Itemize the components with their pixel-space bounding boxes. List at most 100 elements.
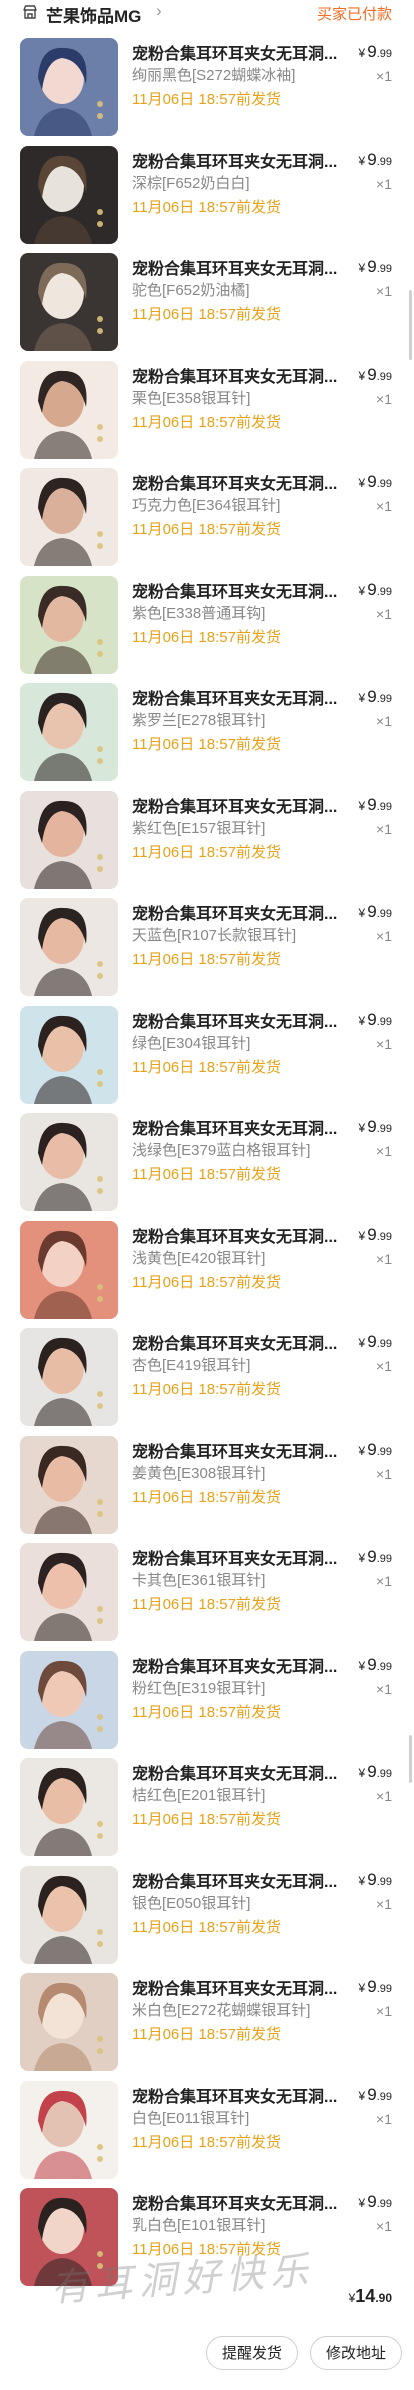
product-thumbnail[interactable] [20,1113,118,1211]
item-title[interactable]: 宠粉合集耳环耳夹女无耳洞... [132,1760,347,1784]
item-quantity: ×1 [376,1250,392,1267]
item-variant: 绚丽黑色[S272蝴蝶冰袖] [132,67,296,84]
store-header[interactable]: 芒果饰品MG › 买家已付款 [10,0,404,32]
price-integer: 9 [367,1762,377,1781]
order-item[interactable]: 宠粉合集耳环耳夹女无耳洞... 桔红色[E201银耳针] 11月06日 18:5… [10,1754,404,1862]
order-item[interactable]: 宠粉合集耳环耳夹女无耳洞... 白色[E011银耳针] 11月06日 18:57… [10,2077,404,2185]
order-item[interactable]: 宠粉合集耳环耳夹女无耳洞... 浅黄色[E420银耳针] 11月06日 18:5… [10,1217,404,1325]
product-thumbnail[interactable] [20,253,118,351]
order-item[interactable]: 宠粉合集耳环耳夹女无耳洞... 紫色[E338普通耳钩] 11月06日 18:5… [10,572,404,680]
item-title[interactable]: 宠粉合集耳环耳夹女无耳洞... [132,1008,347,1032]
item-title[interactable]: 宠粉合集耳环耳夹女无耳洞... [132,1223,347,1247]
order-item[interactable]: 宠粉合集耳环耳夹女无耳洞... 绿色[E304银耳针] 11月06日 18:57… [10,1002,404,1110]
ship-deadline: 11月06日 18:57前发货 [132,1166,281,1183]
ship-deadline: 11月06日 18:57前发货 [132,1596,281,1613]
item-title[interactable]: 宠粉合集耳环耳夹女无耳洞... [132,2083,347,2107]
order-item[interactable]: 宠粉合集耳环耳夹女无耳洞... 绚丽黑色[S272蝴蝶冰袖] 11月06日 18… [10,34,404,142]
order-item[interactable]: 宠粉合集耳环耳夹女无耳洞... 卡其色[E361银耳针] 11月06日 18:5… [10,1539,404,1647]
product-thumbnail[interactable] [20,1650,118,1749]
product-thumbnail[interactable] [20,1005,118,1104]
order-item[interactable]: 宠粉合集耳环耳夹女无耳洞... 杏色[E419银耳针] 11月06日 18:57… [10,1324,404,1432]
item-price: ¥9.99 [359,257,392,277]
item-title[interactable]: 宠粉合集耳环耳夹女无耳洞... [132,40,347,64]
ship-deadline: 11月06日 18:57前发货 [132,736,281,753]
price-currency: ¥ [358,1228,366,1243]
item-quantity: ×1 [376,1035,392,1052]
ship-deadline: 11月06日 18:57前发货 [132,1488,281,1506]
item-quantity: ×1 [376,820,392,837]
scrollbar-thumb-secondary[interactable] [409,1735,412,1783]
scrollbar-thumb[interactable] [409,290,412,360]
item-title[interactable]: 宠粉合集耳环耳夹女无耳洞... [132,470,347,494]
price-currency: ¥ [358,2196,366,2210]
item-title[interactable]: 宠粉合集耳环耳夹女无耳洞... [132,363,347,387]
item-title[interactable]: 宠粉合集耳环耳夹女无耳洞... [132,793,347,817]
product-thumbnail[interactable] [20,575,118,674]
product-thumbnail[interactable] [20,145,118,244]
order-item[interactable]: 宠粉合集耳环耳夹女无耳洞... 驼色[F652奶油橘] 11月06日 18:57… [10,249,404,357]
item-quantity: ×1 [376,2218,392,2234]
change-address-button[interactable]: 修改地址 [310,2336,402,2370]
product-thumbnail[interactable] [20,1865,118,1964]
remind-shipping-button[interactable]: 提醒发货 [206,2336,298,2370]
order-item[interactable]: 宠粉合集耳环耳夹女无耳洞... 紫红色[E157银耳针] 11月06日 18:5… [10,787,404,895]
item-title[interactable]: 宠粉合集耳环耳夹女无耳洞... [132,1330,347,1354]
product-thumbnail[interactable] [20,790,118,889]
product-thumbnail[interactable] [20,1435,118,1534]
order-item[interactable]: 宠粉合集耳环耳夹女无耳洞... 紫罗兰[E278银耳针] 11月06日 18:5… [10,679,404,787]
item-quantity: ×1 [376,1788,392,1804]
item-title[interactable]: 宠粉合集耳环耳夹女无耳洞... [132,1438,347,1462]
item-variant: 米白色[E272花蝴蝶银耳针] [132,2002,311,2019]
order-item[interactable]: 宠粉合集耳环耳夹女无耳洞... 姜黄色[E308银耳针] 11月06日 18:5… [10,1432,404,1540]
order-item[interactable]: 宠粉合集耳环耳夹女无耳洞... 浅绿色[E379蓝白格银耳针] 11月06日 1… [10,1109,404,1217]
price-integer: 9 [367,2192,377,2211]
store-name[interactable]: 芒果饰品MG [46,2,141,27]
price-currency: ¥ [358,1336,366,1350]
price-decimal: .99 [376,1445,392,1458]
price-currency: ¥ [358,1873,366,1888]
product-thumbnail[interactable] [20,360,118,459]
order-total: ¥14.90 [349,2286,392,2307]
order-item[interactable]: 宠粉合集耳环耳夹女无耳洞... 天蓝色[R107长款银耳针] 11月06日 18… [10,894,404,1002]
item-price: ¥9.99 [359,2192,392,2212]
item-title[interactable]: 宠粉合集耳环耳夹女无耳洞... [132,685,347,709]
item-price: ¥9.99 [359,795,392,815]
item-variant: 驼色[F652奶油橘] [132,282,250,299]
item-title[interactable]: 宠粉合集耳环耳夹女无耳洞... [132,1653,347,1677]
item-title[interactable]: 宠粉合集耳环耳夹女无耳洞... [132,1868,347,1892]
order-item[interactable]: 宠粉合集耳环耳夹女无耳洞... 银色[E050银耳针] 11月06日 18:57… [10,1862,404,1970]
product-thumbnail[interactable] [20,1328,118,1426]
item-title[interactable]: 宠粉合集耳环耳夹女无耳洞... [132,1115,347,1139]
price-integer: 9 [367,1547,377,1566]
order-item[interactable]: 宠粉合集耳环耳夹女无耳洞... 巧克力色[E364银耳针] 11月06日 18:… [10,464,404,572]
price-currency: ¥ [358,1443,366,1458]
order-item[interactable]: 宠粉合集耳环耳夹女无耳洞... 栗色[E358银耳针] 11月06日 18:57… [10,357,404,465]
order-item[interactable]: 宠粉合集耳环耳夹女无耳洞... 米白色[E272花蝴蝶银耳针] 11月06日 1… [10,1969,404,2077]
item-title[interactable]: 宠粉合集耳环耳夹女无耳洞... [132,255,347,279]
item-title[interactable]: 宠粉合集耳环耳夹女无耳洞... [132,578,347,602]
item-title[interactable]: 宠粉合集耳环耳夹女无耳洞... [132,2190,347,2214]
order-item[interactable]: 宠粉合集耳环耳夹女无耳洞... 深棕[F652奶白白] 11月06日 18:57… [10,142,404,250]
product-thumbnail[interactable] [20,38,118,136]
product-thumbnail[interactable] [20,683,118,781]
item-quantity: ×1 [376,1465,392,1482]
product-thumbnail[interactable] [20,1543,118,1641]
product-thumbnail[interactable] [20,2080,118,2179]
price-decimal: .99 [376,693,392,705]
price-integer: 9 [367,1224,377,1244]
product-thumbnail[interactable] [20,468,118,566]
product-thumbnail[interactable] [20,898,118,996]
order-item[interactable]: 宠粉合集耳环耳夹女无耳洞... 粉红色[E319银耳针] 11月06日 18:5… [10,1647,404,1755]
item-variant: 乳白色[E101银耳针] [132,2217,266,2234]
ship-deadline: 11月06日 18:57前发货 [132,1058,281,1076]
product-thumbnail[interactable] [20,1758,118,1856]
item-title[interactable]: 宠粉合集耳环耳夹女无耳洞... [132,1975,347,1999]
item-title[interactable]: 宠粉合集耳环耳夹女无耳洞... [132,148,347,172]
item-title[interactable]: 宠粉合集耳环耳夹女无耳洞... [132,1545,347,1569]
price-decimal: .99 [376,1338,392,1350]
ship-deadline: 11月06日 18:57前发货 [132,306,281,323]
price-decimal: .99 [376,585,392,598]
item-title[interactable]: 宠粉合集耳环耳夹女无耳洞... [132,900,347,924]
product-thumbnail[interactable] [20,1973,118,2071]
product-thumbnail[interactable] [20,1220,118,1319]
